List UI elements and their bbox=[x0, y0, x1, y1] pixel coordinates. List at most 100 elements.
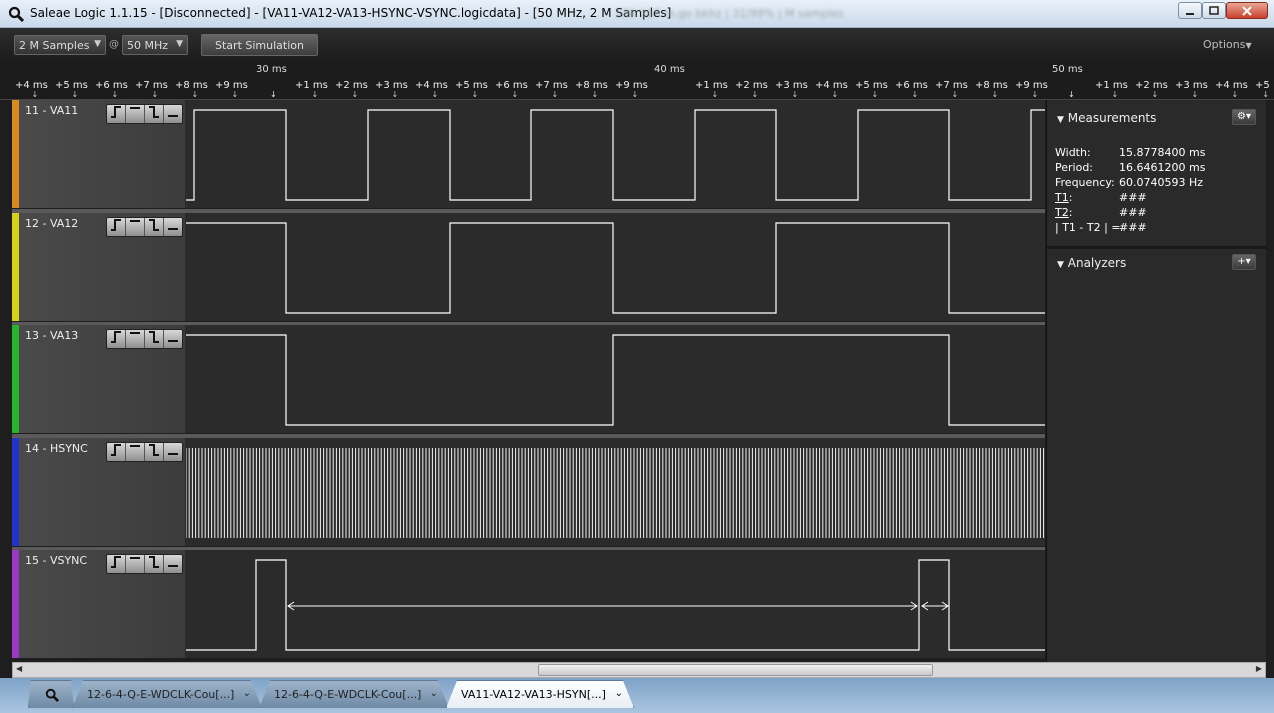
falling-edge-icon[interactable] bbox=[145, 218, 164, 236]
t2-link[interactable]: T2 bbox=[1055, 206, 1069, 219]
tab-capture-1[interactable]: 12-6-4-Q-E-WDCLK-Cou[...] ⌄ bbox=[72, 680, 262, 708]
at-label: @ bbox=[109, 39, 119, 50]
ruler-tick-label: +3 ms ↓ bbox=[1175, 80, 1208, 99]
options-label: Options bbox=[1203, 38, 1246, 51]
tick-arrow-icon: ↓ bbox=[511, 90, 519, 99]
tick-arrow-icon: ↓ bbox=[591, 90, 599, 99]
toolbar: 2 M Samples ▼ @ 50 MHz ▼ Start Simulatio… bbox=[0, 28, 1274, 62]
high-level-icon[interactable] bbox=[126, 555, 145, 573]
tab-capture-2[interactable]: 12-6-4-Q-E-WDCLK-Cou[...] ⌄ bbox=[259, 680, 449, 708]
high-level-icon[interactable] bbox=[126, 105, 145, 123]
high-level-icon[interactable] bbox=[126, 330, 145, 348]
ruler-tick-label: +4 ms ↓ bbox=[815, 80, 848, 99]
tick-arrow-icon: ↓ bbox=[151, 90, 159, 99]
options-menu[interactable]: Options▼ bbox=[1203, 38, 1252, 51]
falling-edge-icon[interactable] bbox=[145, 555, 164, 573]
ruler-tick-label: +6 ms ↓ bbox=[895, 80, 928, 99]
panel-divider[interactable] bbox=[1047, 246, 1267, 249]
ruler-tick-label: +4 ms ↓ bbox=[415, 80, 448, 99]
ruler-tick-label: +8 ms ↓ bbox=[175, 80, 208, 99]
channel-header[interactable]: 15 - VSYNC bbox=[19, 550, 185, 658]
tick-arrow-icon: ↓ bbox=[471, 90, 479, 99]
waveform-trace bbox=[186, 109, 1045, 201]
analyzers-header[interactable]: ▼ Analyzers bbox=[1057, 256, 1126, 270]
measurement-t1-t2: | T1 - T2 | = ### bbox=[1055, 221, 1147, 234]
channel-name[interactable]: 15 - VSYNC bbox=[25, 554, 87, 567]
window-title: Saleae Logic 1.1.15 - [Disconnected] - [… bbox=[30, 6, 672, 20]
rising-edge-icon[interactable] bbox=[107, 443, 126, 461]
scroll-right-icon[interactable]: ▶ bbox=[1256, 664, 1262, 673]
start-simulation-button[interactable]: Start Simulation bbox=[201, 34, 318, 56]
low-level-icon[interactable] bbox=[164, 443, 182, 461]
tick-arrow-icon: ↓ bbox=[791, 90, 799, 99]
channel-name[interactable]: 14 - HSYNC bbox=[25, 442, 88, 455]
search-icon bbox=[45, 688, 60, 703]
falling-edge-icon[interactable] bbox=[145, 443, 164, 461]
samples-dropdown[interactable]: 2 M Samples ▼ bbox=[14, 35, 106, 55]
channel-name[interactable]: 13 - VA13 bbox=[25, 329, 78, 342]
scrollbar-thumb[interactable] bbox=[538, 664, 933, 676]
measurements-settings-button[interactable]: ⚙▾ bbox=[1232, 109, 1256, 125]
ruler-tick-label: +4 ms ↓ bbox=[1215, 80, 1248, 99]
ruler-major-label: 30 ms bbox=[256, 64, 287, 75]
tick-arrow-icon: ↓ bbox=[431, 90, 439, 99]
window-title-extra: 186 167 m.go bkhz | 31/99% | M samples bbox=[615, 7, 844, 20]
measurement-arrow bbox=[287, 601, 918, 611]
ruler-tick-label: +6 ms ↓ bbox=[495, 80, 528, 99]
channel-header[interactable]: 11 - VA11 bbox=[19, 100, 185, 208]
waveform-area[interactable] bbox=[186, 213, 1045, 321]
channel-row: 11 - VA11 bbox=[12, 100, 1045, 208]
scroll-left-icon[interactable]: ◀ bbox=[16, 664, 22, 673]
frequency-dropdown[interactable]: 50 MHz ▼ bbox=[122, 35, 188, 55]
low-level-icon[interactable] bbox=[164, 330, 182, 348]
rising-edge-icon[interactable] bbox=[107, 105, 126, 123]
t1-link[interactable]: T1 bbox=[1055, 191, 1069, 204]
low-level-icon[interactable] bbox=[164, 218, 182, 236]
ruler-tick-label: +7 ms ↓ bbox=[135, 80, 168, 99]
ruler-tick-label: +3 ms ↓ bbox=[775, 80, 808, 99]
analyzers-title: Analyzers bbox=[1067, 256, 1127, 270]
tick-arrow-icon: ↓ bbox=[991, 90, 999, 99]
waveform-area[interactable] bbox=[186, 438, 1045, 546]
time-ruler[interactable]: +4 ms ↓ +5 ms ↓ +6 ms ↓ +7 ms ↓ +8 ms ↓ +9 ms ↓ +1 m… bbox=[0, 62, 1274, 100]
high-level-icon[interactable] bbox=[126, 443, 145, 461]
ruler-tick-label: +6 ms ↓ bbox=[95, 80, 128, 99]
close-button[interactable] bbox=[1226, 2, 1268, 19]
chevron-down-icon: ▼ bbox=[176, 39, 183, 49]
low-level-icon[interactable] bbox=[164, 555, 182, 573]
falling-edge-icon[interactable] bbox=[145, 105, 164, 123]
low-level-icon[interactable] bbox=[164, 105, 182, 123]
chevron-down-icon[interactable]: ⌄ bbox=[430, 688, 438, 699]
chevron-down-icon[interactable]: ⌄ bbox=[615, 688, 623, 699]
channel-name[interactable]: 12 - VA12 bbox=[25, 217, 78, 230]
channel-name[interactable]: 11 - VA11 bbox=[25, 104, 78, 117]
rising-edge-icon[interactable] bbox=[107, 555, 126, 573]
channel-color-bar bbox=[12, 100, 19, 208]
horizontal-scrollbar[interactable]: ◀ ▶ bbox=[12, 662, 1266, 678]
ruler-major-label: 50 ms bbox=[1052, 64, 1083, 75]
tab-search[interactable] bbox=[28, 680, 74, 708]
high-level-icon[interactable] bbox=[126, 218, 145, 236]
ruler-tick-label: +1 ms ↓ bbox=[295, 80, 328, 99]
maximize-button[interactable] bbox=[1202, 2, 1226, 19]
waveform-area[interactable] bbox=[186, 100, 1045, 208]
minimize-button[interactable] bbox=[1178, 2, 1202, 19]
measurements-header[interactable]: ▼ Measurements bbox=[1057, 111, 1156, 125]
tick-arrow-icon: ↓ bbox=[711, 90, 719, 99]
tick-arrow-icon: ↓ bbox=[391, 90, 399, 99]
tick-arrow-icon: ↓ bbox=[311, 90, 319, 99]
waveform-area[interactable] bbox=[186, 325, 1045, 433]
close-icon bbox=[1242, 5, 1252, 16]
waveform-area[interactable] bbox=[186, 550, 1045, 658]
rising-edge-icon[interactable] bbox=[107, 218, 126, 236]
channel-header[interactable]: 13 - VA13 bbox=[19, 325, 185, 433]
channel-header[interactable]: 12 - VA12 bbox=[19, 213, 185, 321]
chevron-down-icon[interactable]: ⌄ bbox=[243, 688, 251, 699]
tab-capture-3-active[interactable]: VA11-VA12-VA13-HSYN[...] ⌄ bbox=[446, 680, 634, 708]
add-analyzer-button[interactable]: +▾ bbox=[1232, 254, 1256, 270]
rising-edge-icon[interactable] bbox=[107, 330, 126, 348]
channel-header[interactable]: 14 - HSYNC bbox=[19, 438, 185, 546]
tick-arrow-icon: ↓ bbox=[191, 90, 199, 99]
falling-edge-icon[interactable] bbox=[145, 330, 164, 348]
tick-arrow-icon: ↓ bbox=[751, 90, 759, 99]
